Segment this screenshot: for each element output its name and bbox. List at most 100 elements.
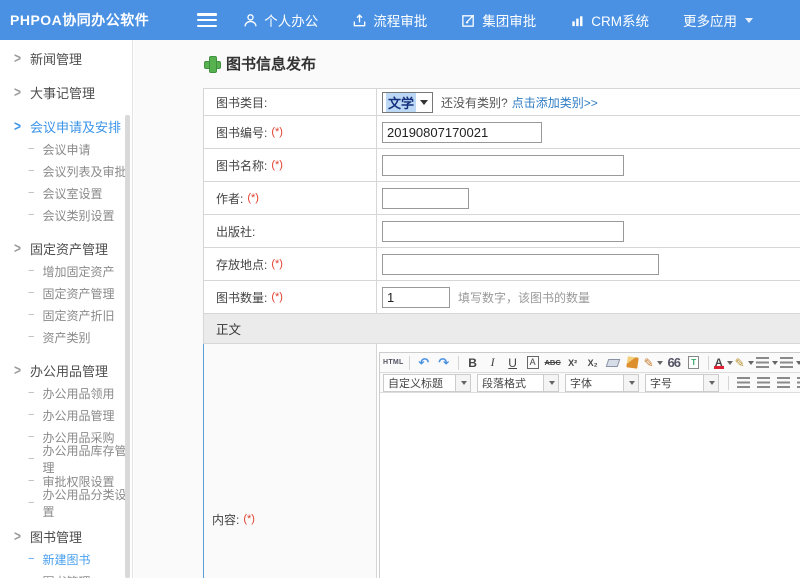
chevron-down-icon [709,381,715,385]
paste-button[interactable]: T [685,354,703,371]
brush-icon: ✎ [644,356,654,370]
sidebar-group-label: 办公用品管理 [30,361,108,380]
add-plus-icon [204,56,219,71]
chevron-down-icon [461,381,467,385]
sidebar-group-2[interactable]: >会议申请及安排 [0,114,132,138]
sidebar-item-4-1[interactable]: −办公用品管理 [0,404,132,426]
unordered-list-button[interactable] [780,354,800,371]
sidebar-scrollbar[interactable] [125,115,130,578]
sidebar-item-2-3[interactable]: −会议类别设置 [0,204,132,226]
chevron-down-icon [772,361,778,365]
sidebar-item-label: 资产类别 [42,329,90,346]
dash-icon: − [28,143,34,155]
sidebar-group-1[interactable]: >大事记管理 [0,80,132,104]
nav-group-approval[interactable]: 集团审批 [461,10,536,30]
sidebar-item-5-0[interactable]: −新建图书 [0,548,132,570]
sidebar-group-0[interactable]: >新闻管理 [0,46,132,70]
chevron-right-icon: > [14,240,21,257]
menu-icon[interactable] [197,13,217,27]
sidebar-item-label: 会议申请 [42,141,90,158]
font-border-button[interactable]: A [524,354,542,371]
redo-button[interactable]: ↷ [435,354,453,371]
sidebar-item-label: 会议列表及审批 [42,163,126,180]
sidebar-item-2-1[interactable]: −会议列表及审批 [0,160,132,182]
sidebar-item-label: 新建图书 [42,551,90,568]
book-name-input[interactable] [382,155,624,176]
subscript-button[interactable]: X₂ [584,354,602,371]
sidebar-item-2-0[interactable]: −会议申请 [0,138,132,160]
chevron-right-icon: > [14,84,21,101]
font-color-button[interactable]: A [714,354,733,371]
align-center-button[interactable] [754,374,772,391]
sidebar-item-3-2[interactable]: −固定资产折旧 [0,304,132,326]
ordered-list-button[interactable] [756,354,778,371]
align-justify-button[interactable] [794,374,800,391]
clipboard-icon: T [688,356,699,369]
sidebar-group-5[interactable]: > 图书管理 [0,524,132,548]
eraser-button[interactable] [604,354,622,371]
underline-button[interactable]: U [504,354,522,371]
undo-button[interactable]: ↶ [415,354,433,371]
required-mark: (*) [271,126,283,138]
bold-button[interactable]: B [464,354,482,371]
sidebar-item-4-3[interactable]: −办公用品库存管理 [0,448,132,470]
sidebar-item-label: 增加固定资产 [42,263,114,280]
highlight-color-button[interactable]: ✎ [735,354,754,371]
highlight-pen-icon: ✎ [735,356,745,370]
nav-personal-office[interactable]: 个人办公 [243,10,318,30]
field-label: 出版社: [216,223,255,240]
nav-label: 流程审批 [373,10,427,30]
superscript-button[interactable]: X² [564,354,582,371]
dash-icon: − [28,209,34,221]
align-right-button[interactable] [774,374,792,391]
chevron-right-icon: > [14,118,21,135]
font-family-combo[interactable]: 字体 [565,374,639,392]
sidebar-item-3-1[interactable]: −固定资产管理 [0,282,132,304]
dash-icon: − [28,187,34,199]
sidebar-item-2-2[interactable]: −会议室设置 [0,182,132,204]
format-clear-button[interactable] [624,354,642,371]
sidebar-group-3[interactable]: > 固定资产管理 [0,236,132,260]
broom-icon [626,356,638,368]
chevron-right-icon: > [14,528,21,545]
select-arrow-icon [420,100,428,105]
custom-title-combo[interactable]: 自定义标题 [383,374,471,392]
sidebar-item-3-3[interactable]: −资产类别 [0,326,132,348]
process-approval-icon [352,13,367,28]
italic-button[interactable]: I [484,354,502,371]
align-left-button[interactable] [734,374,752,391]
blockquote-button[interactable]: 66 [665,354,683,371]
dash-icon: − [28,553,34,565]
nav-process-approval[interactable]: 流程审批 [352,10,427,30]
page-title: 图书信息发布 [204,53,316,74]
font-size-combo[interactable]: 字号 [645,374,719,392]
publisher-input[interactable] [382,221,624,242]
strikethrough-button[interactable]: ABC [544,354,562,371]
align-justify-icon [797,377,800,388]
sidebar-group-4[interactable]: >办公用品管理 [0,358,132,382]
sidebar-item-label: 会议室设置 [42,185,102,202]
source-code-button[interactable]: HTML [383,354,404,371]
sidebar-item-4-5[interactable]: −办公用品分类设置 [0,492,132,514]
author-input[interactable] [382,188,469,209]
sidebar-group-label: 固定资产管理 [30,239,108,258]
sidebar-item-4-0[interactable]: −办公用品领用 [0,382,132,404]
sidebar-item-5-1[interactable]: −图书管理 [0,570,132,578]
quantity-input[interactable] [382,287,450,308]
nav-crm[interactable]: CRM系统 [570,10,649,30]
add-category-link[interactable]: 点击添加类别>> [512,94,598,111]
editor-content-area[interactable] [380,393,800,578]
sidebar-item-label: 固定资产折旧 [42,307,114,324]
format-brush-button[interactable]: ✎ [644,354,663,371]
paragraph-format-combo[interactable]: 段落格式 [477,374,559,392]
chevron-right-icon: > [14,50,21,67]
dash-icon: − [28,409,34,421]
sidebar-group-label: 图书管理 [30,527,82,546]
location-input[interactable] [382,254,659,275]
book-form: 图书类目: 文学 还没有类别? 点击添加类别>> 图书编号: (*) [203,88,800,578]
category-select[interactable]: 文学 [382,92,433,113]
nav-more-apps[interactable]: 更多应用 [683,10,753,30]
book-number-input[interactable] [382,122,542,143]
sidebar-item-3-0[interactable]: −增加固定资产 [0,260,132,282]
dash-icon: − [28,431,34,443]
